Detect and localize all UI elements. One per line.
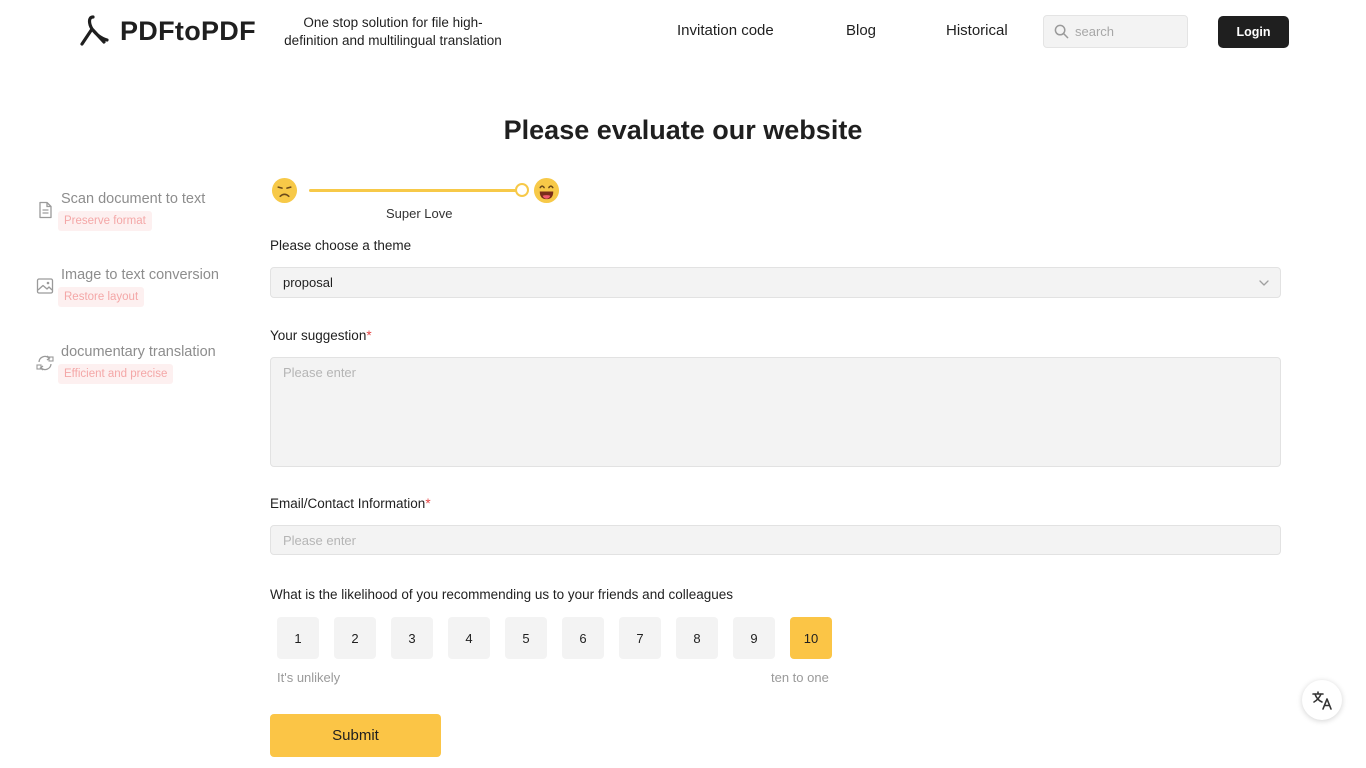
sidebar-item-title: documentary translation — [61, 344, 216, 360]
translate-icon — [1312, 691, 1332, 710]
nav-invitation-code[interactable]: Invitation code — [677, 22, 774, 39]
logo-text: PDFtoPDF — [120, 15, 256, 46]
score-option-9[interactable]: 9 — [733, 617, 775, 659]
rating-slider[interactable]: Super Love — [270, 176, 570, 224]
unhappy-face-icon[interactable] — [271, 177, 298, 204]
sidebar-item-title: Scan document to text — [61, 191, 206, 207]
rating-label: Super Love — [386, 206, 453, 221]
search-box[interactable] — [1043, 15, 1188, 48]
sidebar-item-badge: Restore layout — [58, 287, 145, 307]
laughing-face-icon[interactable] — [533, 177, 560, 204]
score-option-1[interactable]: 1 — [277, 617, 319, 659]
nav-blog[interactable]: Blog — [846, 22, 876, 39]
document-icon — [39, 201, 52, 219]
submit-button[interactable]: Submit — [270, 714, 441, 757]
scale-high-label: ten to one — [771, 670, 829, 685]
email-label-text: Email/Contact Information — [270, 496, 426, 511]
score-option-8[interactable]: 8 — [676, 617, 718, 659]
sidebar-item-title: Image to text conversion — [61, 267, 219, 283]
theme-select[interactable]: proposal — [270, 267, 1281, 298]
rating-track[interactable] — [309, 189, 522, 192]
score-option-6[interactable]: 6 — [562, 617, 604, 659]
scale-low-label: It's unlikely — [277, 670, 341, 685]
page-title: Please evaluate our website — [503, 115, 863, 145]
login-button[interactable]: Login — [1218, 16, 1289, 48]
tagline: One stop solution for file high-definiti… — [284, 15, 502, 48]
email-input[interactable] — [270, 525, 1281, 555]
header: PDFtoPDF One stop solution for file high… — [0, 0, 1366, 64]
score-option-7[interactable]: 7 — [619, 617, 661, 659]
image-icon — [36, 278, 54, 294]
score-option-4[interactable]: 4 — [448, 617, 490, 659]
email-label: Email/Contact Information* — [270, 496, 431, 511]
score-option-5[interactable]: 5 — [505, 617, 547, 659]
chevron-down-icon — [1259, 280, 1269, 286]
logo[interactable]: PDFtoPDF — [76, 14, 256, 48]
score-option-10[interactable]: 10 — [790, 617, 832, 659]
search-icon — [1054, 24, 1069, 39]
sidebar-item-badge: Preserve format — [58, 211, 152, 231]
rating-thumb[interactable] — [515, 183, 529, 197]
suggestion-label-text: Your suggestion — [270, 328, 367, 343]
theme-select-value: proposal — [283, 275, 333, 290]
required-mark: * — [366, 328, 372, 343]
score-option-2[interactable]: 2 — [334, 617, 376, 659]
translate-button[interactable] — [1302, 680, 1342, 720]
recommend-question: What is the likelihood of you recommendi… — [270, 587, 734, 602]
suggestion-label: Your suggestion* — [270, 328, 372, 343]
search-input[interactable] — [1075, 24, 1175, 39]
nav-historical[interactable]: Historical — [946, 22, 1008, 39]
suggestion-textarea[interactable] — [270, 357, 1281, 467]
required-mark: * — [425, 496, 431, 511]
acrobat-logo-icon — [80, 15, 109, 46]
theme-label: Please choose a theme — [270, 238, 412, 253]
sidebar-item-badge: Efficient and precise — [58, 364, 174, 384]
score-option-3[interactable]: 3 — [391, 617, 433, 659]
translate-cycle-icon — [36, 355, 54, 371]
